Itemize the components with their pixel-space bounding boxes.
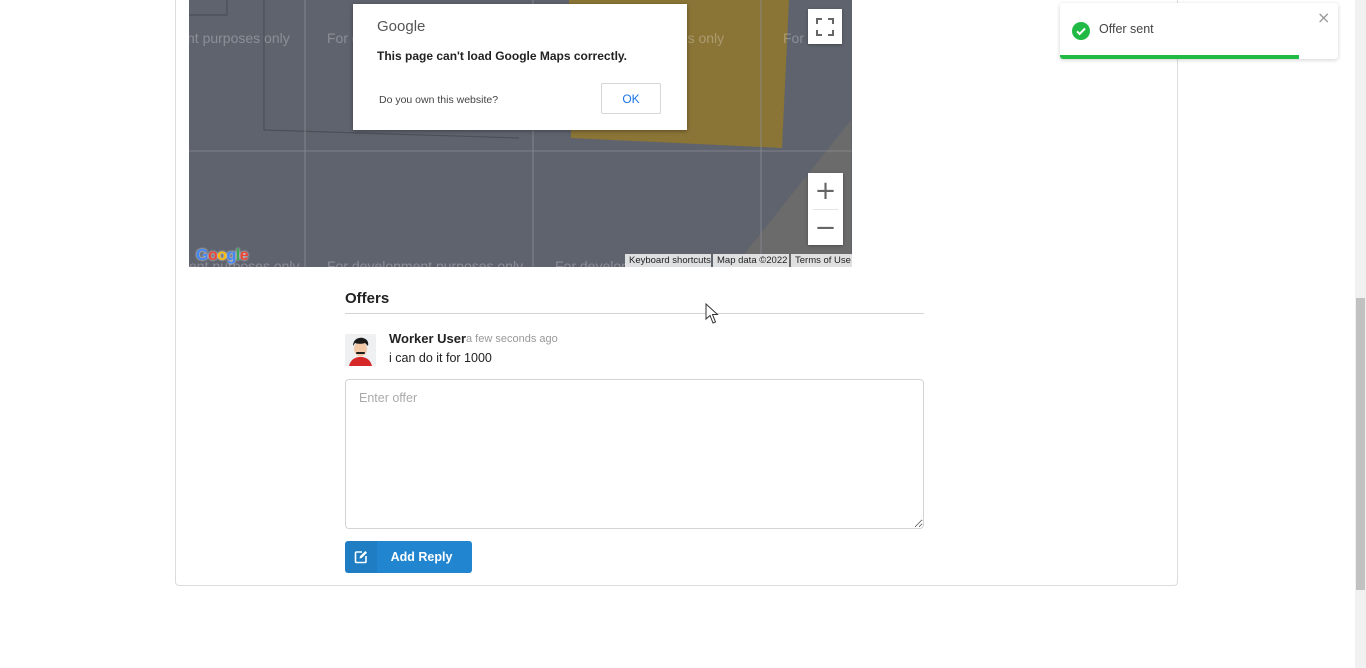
avatar	[345, 334, 376, 366]
toast-progress-bar	[1060, 55, 1300, 59]
avatar-illustration	[345, 334, 376, 366]
page-scrollbar-thumb[interactable]	[1356, 298, 1365, 590]
offers-heading: Offers	[345, 290, 390, 307]
mouse-cursor-icon	[705, 303, 719, 324]
map-watermark: For develop	[555, 258, 629, 267]
edit-icon	[345, 541, 377, 573]
comment-author[interactable]: Worker User	[389, 331, 466, 346]
check-circle-icon	[1072, 22, 1090, 40]
close-icon[interactable]: ×	[1317, 8, 1330, 27]
terms-of-use-link[interactable]: Terms of Use	[791, 254, 852, 267]
zoom-out-button[interactable]: −	[808, 210, 843, 246]
comment-timestamp: a few seconds ago	[466, 333, 558, 345]
keyboard-shortcuts-link[interactable]: Keyboard shortcuts	[625, 254, 711, 267]
add-reply-label: Add Reply	[390, 550, 453, 564]
maps-error-dialog: Google This page can't load Google Maps …	[353, 4, 687, 130]
own-website-link[interactable]: Do you own this website?	[379, 94, 498, 106]
dialog-ok-button[interactable]: OK	[601, 83, 661, 114]
zoom-controls: + −	[808, 173, 843, 245]
map-data-attribution: Map data ©2022	[713, 254, 789, 267]
comment-text: i can do it for 1000	[389, 351, 492, 365]
offer-textarea[interactable]	[345, 379, 924, 529]
toast-message: Offer sent	[1099, 22, 1154, 36]
map-watermark: For development purposes only	[327, 258, 524, 267]
add-reply-button[interactable]: Add Reply	[345, 541, 472, 573]
toast-notification[interactable]: Offer sent ×	[1060, 3, 1338, 59]
maps-error-message: This page can't load Google Maps correct…	[377, 49, 628, 63]
zoom-in-button[interactable]: +	[808, 173, 843, 209]
fullscreen-icon	[816, 17, 834, 36]
fullscreen-button[interactable]	[808, 9, 842, 44]
offers-divider	[345, 313, 924, 314]
map-watermark: nt purposes only	[189, 30, 290, 46]
maps-dialog-brand: Google	[377, 18, 426, 35]
google-logo[interactable]: Google	[196, 247, 249, 265]
